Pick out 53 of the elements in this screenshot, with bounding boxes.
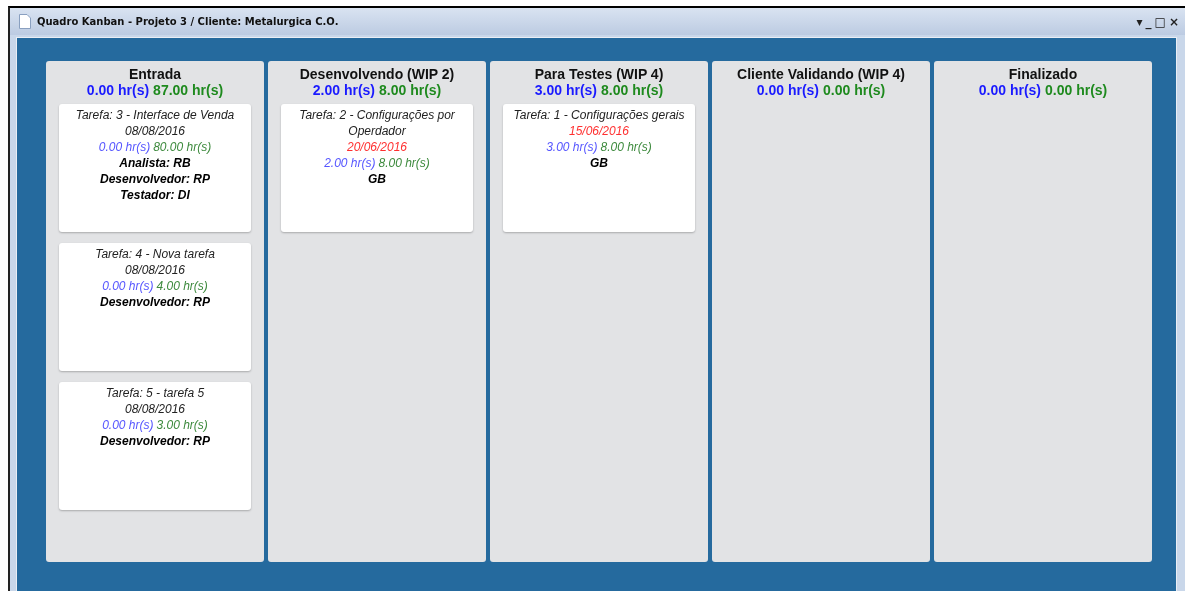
spent-hours: 0.00 hr(s) <box>756 82 819 98</box>
estimated-hours: 0.00 hr(s) <box>1045 82 1108 98</box>
estimated-hours: 8.00 hr(s) <box>601 82 664 98</box>
task-card[interactable]: Tarefa: 1 - Configurações gerais 15/06/2016 3.00 hr(s) 8.00 hr(s) GB <box>503 104 695 232</box>
spent-hours: 0.00 hr(s) <box>86 82 150 98</box>
window-title: Quadro Kanban - Projeto 3 / Cliente: Metalurgica C.O. <box>37 16 339 27</box>
task-date: 08/08/2016 <box>123 401 187 417</box>
task-date: 08/08/2016 <box>123 262 187 278</box>
window-control[interactable]: □ <box>1154 15 1166 28</box>
task-card[interactable]: Tarefa: 5 - tarefa 5 08/08/2016 0.00 hr(s) 3.00 hr(s) Desenvolvedor: RP <box>59 382 251 510</box>
spent-hours: 2.00 hr(s) <box>324 155 376 171</box>
spent-hours: 0.00 hr(s) <box>98 139 151 155</box>
task-date: 15/06/2016 <box>567 123 631 139</box>
estimated-hours: 0.00 hr(s) <box>823 82 886 98</box>
column-title: Desenvolvendo (WIP 2) <box>299 66 455 82</box>
spent-hours: 2.00 hr(s) <box>312 82 375 98</box>
assignee: Analista: RB <box>118 155 192 171</box>
assignee: Desenvolvedor: RP <box>98 171 211 187</box>
assignee: GB <box>589 155 609 171</box>
task-title: Tarefa: 5 - tarefa 5 <box>104 385 206 401</box>
task-date: 08/08/2016 <box>123 123 187 139</box>
estimated-hours: 87.00 hr(s) <box>153 82 224 98</box>
document-icon <box>19 14 31 29</box>
assignee: Desenvolvedor: RP <box>98 433 211 449</box>
task-title: Tarefa: 2 - Configurações por Operdador <box>298 107 456 139</box>
estimated-hours: 8.00 hr(s) <box>379 82 442 98</box>
task-card[interactable]: Tarefa: 3 - Interface de Venda 08/08/2016 0.00 hr(s) 80.00 hr(s) Analista: RB Desenvolvedor: RP Testador: DI <box>59 104 251 232</box>
assignee: GB <box>367 171 387 187</box>
spent-hours: 3.00 hr(s) <box>546 139 598 155</box>
task-card[interactable]: Tarefa: 4 - Nova tarefa 08/08/2016 0.00 hr(s) 4.00 hr(s) Desenvolvedor: RP <box>59 243 251 371</box>
column-title: Entrada <box>128 66 182 82</box>
column-title: Para Testes (WIP 4) <box>534 66 664 82</box>
task-title: Tarefa: 3 - Interface de Venda <box>74 107 236 123</box>
window-control[interactable]: × <box>1168 15 1179 28</box>
estimated-hours: 4.00 hr(s) <box>156 278 208 294</box>
estimated-hours: 3.00 hr(s) <box>156 417 208 433</box>
window-control[interactable]: _ <box>1145 15 1152 28</box>
column-title: Finalizado <box>1008 66 1078 82</box>
task-card[interactable]: Tarefa: 2 - Configurações por Operdador 20/06/2016 2.00 hr(s) 8.00 hr(s) GB <box>281 104 473 232</box>
spent-hours: 0.00 hr(s) <box>102 417 154 433</box>
estimated-hours: 8.00 hr(s) <box>600 139 652 155</box>
spent-hours: 0.00 hr(s) <box>102 278 154 294</box>
assignee: Testador: DI <box>119 187 191 203</box>
estimated-hours: 8.00 hr(s) <box>378 155 430 171</box>
estimated-hours: 80.00 hr(s) <box>153 139 212 155</box>
window-control[interactable]: ▾ <box>1136 15 1143 28</box>
task-title: Tarefa: 1 - Configurações gerais <box>512 107 686 123</box>
spent-hours: 3.00 hr(s) <box>534 82 597 98</box>
column-title: Cliente Validando (WIP 4) <box>737 66 905 82</box>
task-title: Tarefa: 4 - Nova tarefa <box>94 246 216 262</box>
spent-hours: 0.00 hr(s) <box>978 82 1041 98</box>
task-date: 20/06/2016 <box>345 139 409 155</box>
assignee: Desenvolvedor: RP <box>98 294 211 310</box>
